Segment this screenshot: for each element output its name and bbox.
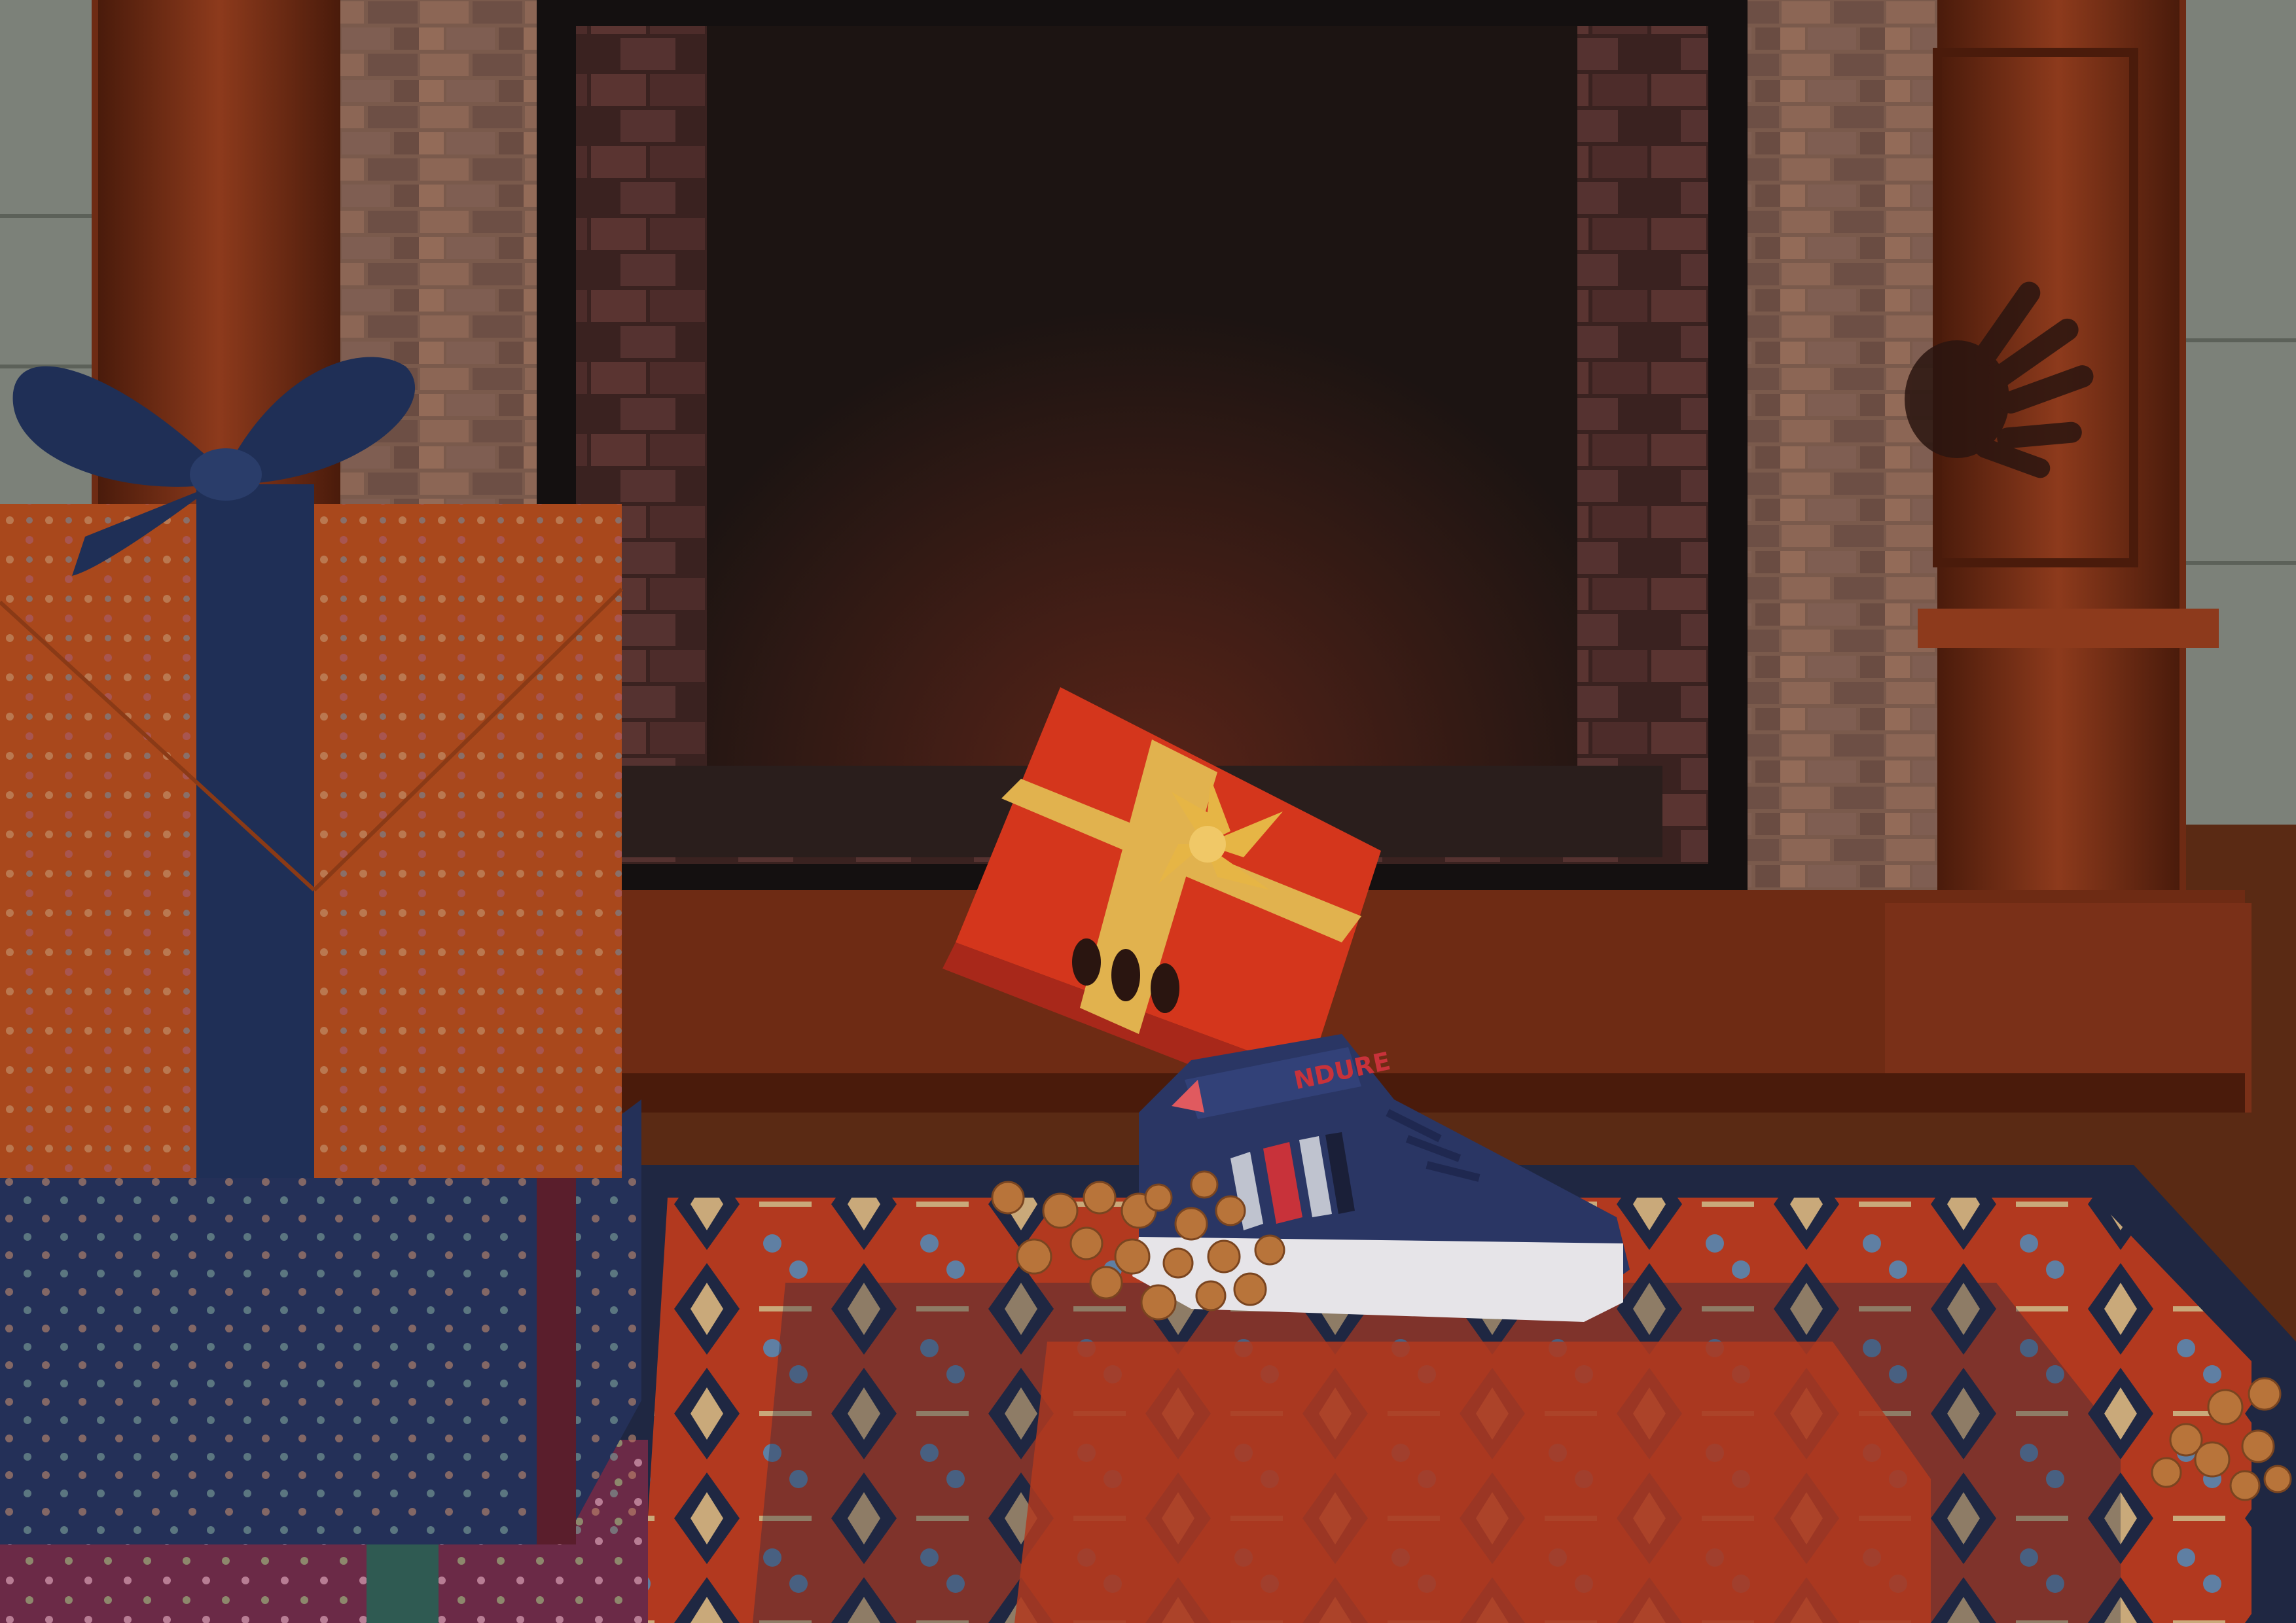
orange-gift: [0, 484, 624, 1178]
gift-stack: [0, 357, 648, 1623]
fireplace-scene: NDURE: [0, 0, 2296, 1623]
